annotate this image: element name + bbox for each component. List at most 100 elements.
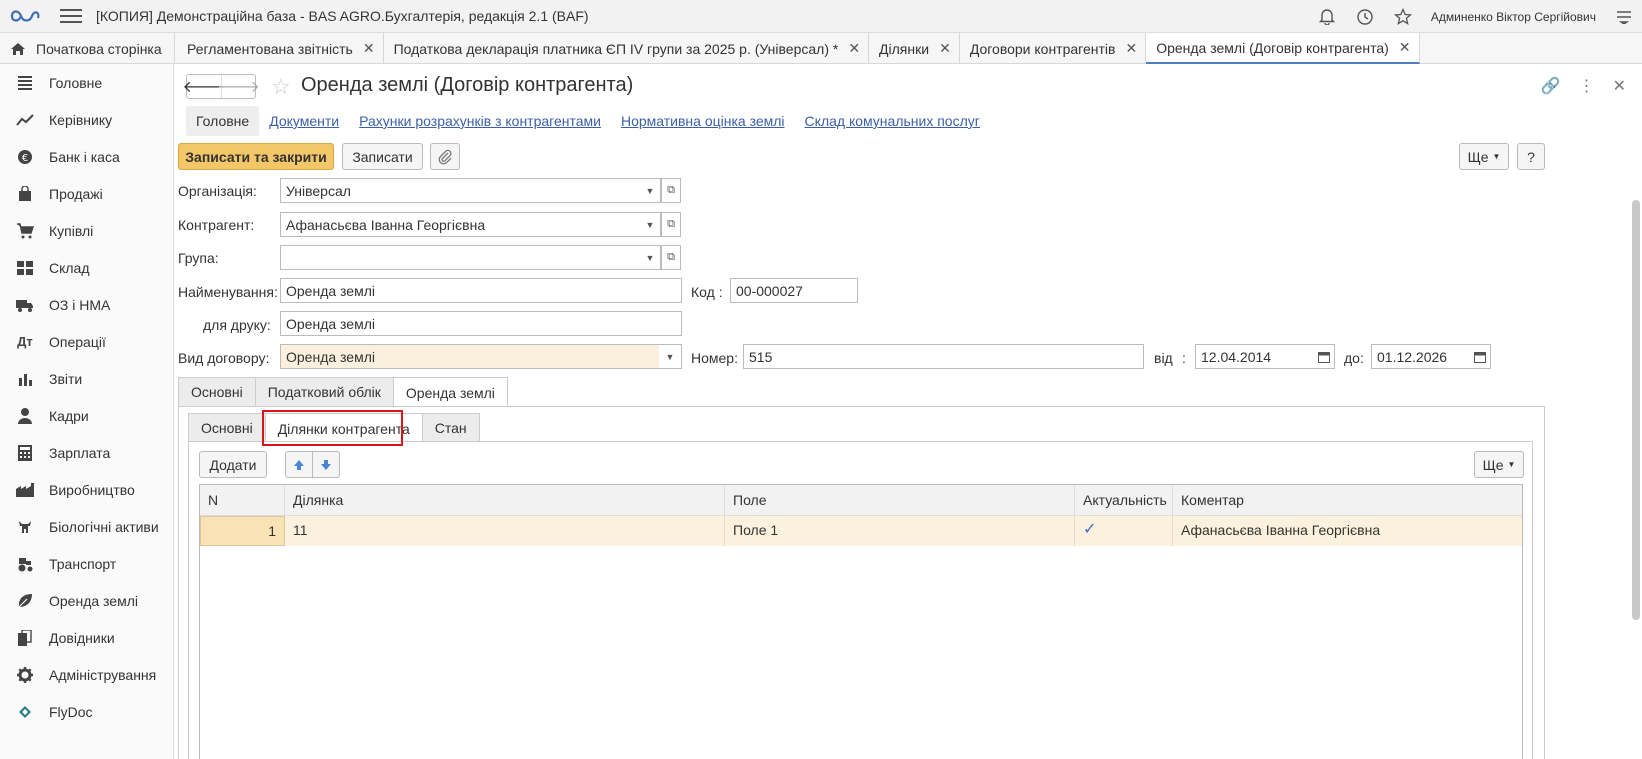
back-icon[interactable]: 🡐 [183,75,226,98]
app-logo-icon[interactable] [10,6,46,26]
tab-general[interactable]: Основні [178,377,256,406]
sidebar-item-land-lease[interactable]: Оренда землі [0,582,173,619]
column-header[interactable]: N [200,485,285,515]
table-row[interactable]: 1 11 Поле 1 ✓ Афанасьєва Іванна Георгієв… [200,516,1522,546]
subtab-general[interactable]: Основні [188,413,266,442]
close-icon[interactable]: ✕ [1399,39,1411,56]
more-vertical-icon[interactable]: ⋮ [1579,76,1595,96]
sidebar-item-manager[interactable]: Керівнику [0,101,173,138]
bell-icon[interactable] [1317,7,1337,27]
cell-number[interactable]: 1 [200,516,285,546]
group-field[interactable] [280,245,641,270]
sidebar-item-hr[interactable]: Кадри [0,397,173,434]
tab-home[interactable]: Початкова сторінка [0,33,175,64]
close-icon[interactable]: ✕ [848,40,860,57]
column-header[interactable]: Ділянка [285,485,725,515]
column-header[interactable]: Поле [725,485,1075,515]
sidebar-item-reports[interactable]: Звіти [0,360,173,397]
contract-type-field[interactable]: Оренда землі [280,344,660,369]
sidebar-item-label: FlyDoc [49,703,93,720]
history-icon[interactable] [1355,7,1375,27]
sidebar-item-purchases[interactable]: Купівлі [0,212,173,249]
date-from-field[interactable]: 12.04.2014 [1195,344,1314,369]
sidebar-item-fixed-assets[interactable]: ОЗ і НМА [0,286,173,323]
add-button[interactable]: Додати [199,451,267,478]
section-main[interactable]: Головне [186,106,260,136]
tab-tax-accounting[interactable]: Податковий облік [254,377,394,406]
section-normative-valuation[interactable]: Нормативна оцінка землі [621,113,785,129]
tab-land-lease-page[interactable]: Оренда землі [392,377,508,407]
sidebar-item-label: Звіти [49,370,83,387]
column-header[interactable]: Коментар [1173,485,1522,515]
cell-actual-checkmark[interactable]: ✓ [1075,516,1173,546]
sidebar-item-catalogs[interactable]: Довідники [0,619,173,656]
link-icon[interactable]: 🔗 [1541,76,1561,96]
code-field[interactable]: 00-000027 [730,278,858,303]
sidebar-item-production[interactable]: Виробництво [0,471,173,508]
main-menu-icon[interactable] [60,9,82,23]
cell-field[interactable]: Поле 1 [725,516,1075,546]
current-user[interactable]: Админенко Віктор Сергійович [1431,10,1596,24]
sidebar-item-bank[interactable]: € Банк і каса [0,138,173,175]
sidebar-item-label: Операції [49,333,106,350]
close-icon[interactable]: ✕ [939,40,951,57]
save-and-close-button[interactable]: Записати та закрити [178,143,334,170]
more-button[interactable]: Ще ▼ [1459,143,1509,170]
date-to-field[interactable]: 01.12.2026 [1371,344,1470,369]
open-icon[interactable]: ⧉ [661,178,681,203]
tab-counterparty-contracts[interactable]: Договори контрагентів ✕ [960,33,1147,64]
tab-tax-declaration[interactable]: Податкова декларація платника ЄП IV груп… [384,33,870,64]
sidebar-item-flydoc[interactable]: FlyDoc [0,693,173,730]
sidebar-item-operations[interactable]: Дт Операції [0,323,173,360]
sidebar-item-warehouse[interactable]: Склад [0,249,173,286]
tab-plots[interactable]: Ділянки ✕ [869,33,960,64]
cell-comment[interactable]: Афанасьєва Іванна Георгієвна [1173,516,1522,546]
sidebar-item-bio-assets[interactable]: Біологічні активи [0,508,173,545]
sidebar-item-main[interactable]: Головне [0,64,173,101]
column-header[interactable]: Актуальність [1075,485,1173,515]
move-up-icon[interactable] [285,451,313,478]
calendar-icon[interactable] [1469,344,1491,369]
open-icon[interactable]: ⧉ [661,245,681,270]
form-scrollbar[interactable] [1632,200,1640,620]
chevron-down-icon[interactable]: ▼ [640,212,661,237]
forward-icon[interactable]: 🡒 [217,75,260,98]
section-utility-services[interactable]: Склад комунальних послуг [805,113,980,129]
section-settlement-accounts[interactable]: Рахунки розрахунків з контрагентами [359,113,601,129]
chevron-down-icon[interactable]: ▼ [640,178,661,203]
cart-icon [16,222,34,240]
cell-plot[interactable]: 11 [285,516,725,546]
settings-menu-icon[interactable] [1614,7,1634,27]
favorites-star-icon[interactable] [1393,7,1413,27]
sidebar-item-salary[interactable]: Зарплата [0,434,173,471]
chevron-down-icon[interactable]: ▼ [640,245,661,270]
tab-reg-reporting[interactable]: Регламентована звітність ✕ [175,33,384,64]
sidebar-item-transport[interactable]: Транспорт [0,545,173,582]
open-icon[interactable]: ⧉ [661,212,681,237]
chevron-down-icon[interactable]: ▼ [659,344,682,369]
print-name-field[interactable]: Оренда землі [280,311,682,336]
save-button[interactable]: Записати [342,143,423,170]
counterparty-field[interactable]: Афанасьєва Іванна Георгієвна [280,212,641,237]
favorite-star-icon[interactable]: ☆ [271,74,291,100]
warehouse-icon [16,259,34,277]
table-more-button[interactable]: Ще ▼ [1474,451,1524,478]
move-down-icon[interactable] [312,451,340,478]
sidebar-item-admin[interactable]: Адміністрування [0,656,173,693]
tab-label: Початкова сторінка [36,40,162,57]
close-icon[interactable]: ✕ [1613,76,1626,96]
attachment-icon[interactable] [430,143,460,170]
name-field[interactable]: Оренда землі [280,278,682,303]
subtab-status[interactable]: Стан [421,413,480,442]
section-documents[interactable]: Документи [269,113,339,129]
number-field[interactable]: 515 [743,344,1144,369]
help-button[interactable]: ? [1517,143,1545,170]
tab-land-lease[interactable]: Оренда землі (Договір контрагента) ✕ [1146,33,1420,64]
leaf-icon [16,592,34,610]
close-icon[interactable]: ✕ [1125,40,1137,57]
org-field[interactable]: Універсал [280,178,641,203]
calendar-icon[interactable] [1313,344,1335,369]
close-icon[interactable]: ✕ [363,40,375,57]
tab-label: Регламентована звітність [187,40,353,57]
sidebar-item-sales[interactable]: Продажі [0,175,173,212]
